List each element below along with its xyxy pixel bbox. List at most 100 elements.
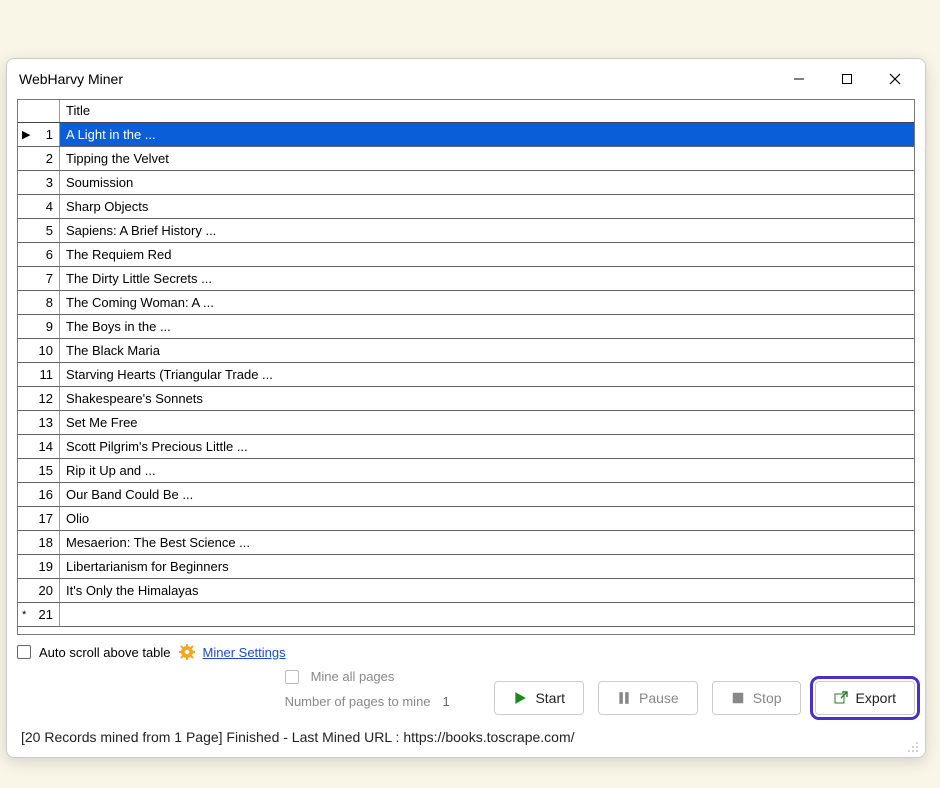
row-index: 20 — [18, 579, 60, 602]
row-index: 2 — [18, 147, 60, 170]
row-title[interactable] — [60, 603, 914, 626]
row-title[interactable]: The Black Maria — [60, 339, 914, 362]
row-index: 3 — [18, 171, 60, 194]
table-row[interactable]: 6The Requiem Red — [18, 243, 914, 267]
row-index: 13 — [18, 411, 60, 434]
minimize-icon — [793, 73, 805, 85]
grid-header-index — [18, 100, 60, 122]
table-row[interactable]: 19Libertarianism for Beginners — [18, 555, 914, 579]
new-row-indicator-icon: * — [22, 609, 26, 621]
row-title[interactable]: A Light in the ... — [60, 123, 914, 146]
row-index: 5 — [18, 219, 60, 242]
pause-icon — [617, 691, 631, 705]
auto-scroll-label: Auto scroll above table — [39, 645, 171, 660]
start-button[interactable]: Start — [494, 681, 584, 715]
row-title[interactable]: Starving Hearts (Triangular Trade ... — [60, 363, 914, 386]
table-row[interactable]: 14Scott Pilgrim's Precious Little ... — [18, 435, 914, 459]
table-row[interactable]: 16Our Band Could Be ... — [18, 483, 914, 507]
grid-body[interactable]: ▶1A Light in the ...2Tipping the Velvet3… — [18, 123, 914, 634]
table-row[interactable]: 15Rip it Up and ... — [18, 459, 914, 483]
table-row[interactable]: ▶1A Light in the ... — [18, 123, 914, 147]
gear-icon — [179, 644, 195, 660]
row-title[interactable]: Rip it Up and ... — [60, 459, 914, 482]
pages-panel: Mine all pages Number of pages to mine 1 — [285, 667, 487, 717]
pages-to-mine-value[interactable]: 1 — [443, 694, 450, 709]
row-title[interactable]: Shakespeare's Sonnets — [60, 387, 914, 410]
controls-row: Auto scroll above table Miner Settings — [17, 635, 915, 663]
row-title[interactable]: Libertarianism for Beginners — [60, 555, 914, 578]
row-title[interactable]: Tipping the Velvet — [60, 147, 914, 170]
row-title[interactable]: Soumission — [60, 171, 914, 194]
row-title[interactable]: Mesaerion: The Best Science ... — [60, 531, 914, 554]
table-row[interactable]: 13Set Me Free — [18, 411, 914, 435]
row-index: 16 — [18, 483, 60, 506]
row-index: *21 — [18, 603, 60, 626]
row-title[interactable]: The Boys in the ... — [60, 315, 914, 338]
row-title[interactable]: The Coming Woman: A ... — [60, 291, 914, 314]
auto-scroll-checkbox[interactable] — [17, 645, 31, 659]
row-index: 11 — [18, 363, 60, 386]
table-row[interactable]: 4Sharp Objects — [18, 195, 914, 219]
table-row[interactable]: 10The Black Maria — [18, 339, 914, 363]
export-button[interactable]: Export — [815, 681, 915, 715]
status-text: [20 Records mined from 1 Page] Finished … — [21, 729, 575, 745]
titlebar: WebHarvy Miner — [7, 59, 925, 99]
table-row[interactable]: 20It's Only the Himalayas — [18, 579, 914, 603]
stop-button[interactable]: Stop — [712, 681, 801, 715]
row-index: 18 — [18, 531, 60, 554]
row-title[interactable]: Our Band Could Be ... — [60, 483, 914, 506]
row-index: 10 — [18, 339, 60, 362]
mine-all-pages-checkbox[interactable] — [285, 670, 299, 684]
table-row[interactable]: 18Mesaerion: The Best Science ... — [18, 531, 914, 555]
resize-grip[interactable] — [905, 739, 919, 753]
row-title[interactable]: The Dirty Little Secrets ... — [60, 267, 914, 290]
table-row[interactable]: 11Starving Hearts (Triangular Trade ... — [18, 363, 914, 387]
row-index: 8 — [18, 291, 60, 314]
status-bar: [20 Records mined from 1 Page] Finished … — [17, 723, 915, 749]
mine-all-pages-label: Mine all pages — [311, 669, 395, 684]
play-icon — [513, 691, 527, 705]
current-row-indicator-icon: ▶ — [22, 128, 30, 141]
close-button[interactable] — [873, 64, 917, 94]
table-row[interactable]: 3Soumission — [18, 171, 914, 195]
row-title[interactable]: Olio — [60, 507, 914, 530]
row-title[interactable]: Set Me Free — [60, 411, 914, 434]
row-index: 15 — [18, 459, 60, 482]
table-row[interactable]: 9The Boys in the ... — [18, 315, 914, 339]
data-grid[interactable]: Title ▶1A Light in the ...2Tipping the V… — [17, 99, 915, 635]
row-title[interactable]: Scott Pilgrim's Precious Little ... — [60, 435, 914, 458]
bottom-panel: Mine all pages Number of pages to mine 1… — [17, 663, 915, 723]
window-controls — [777, 64, 917, 94]
pause-button[interactable]: Pause — [598, 681, 698, 715]
pause-button-label: Pause — [639, 690, 679, 706]
export-icon — [834, 691, 848, 705]
row-title[interactable]: Sharp Objects — [60, 195, 914, 218]
button-row: Start Pause Stop Export — [494, 667, 915, 715]
row-title[interactable]: It's Only the Himalayas — [60, 579, 914, 602]
grid-header-title[interactable]: Title — [60, 100, 914, 122]
export-button-label: Export — [856, 690, 896, 706]
window-title: WebHarvy Miner — [15, 71, 777, 87]
table-row[interactable]: 12Shakespeare's Sonnets — [18, 387, 914, 411]
minimize-button[interactable] — [777, 64, 821, 94]
table-row[interactable]: 17Olio — [18, 507, 914, 531]
maximize-button[interactable] — [825, 64, 869, 94]
close-icon — [889, 73, 901, 85]
stop-icon — [731, 691, 745, 705]
row-index: 6 — [18, 243, 60, 266]
start-button-label: Start — [535, 690, 565, 706]
row-index: 14 — [18, 435, 60, 458]
content-area: Title ▶1A Light in the ...2Tipping the V… — [7, 99, 925, 757]
row-title[interactable]: The Requiem Red — [60, 243, 914, 266]
table-row[interactable]: 5Sapiens: A Brief History ... — [18, 219, 914, 243]
table-row[interactable]: *21 — [18, 603, 914, 627]
table-row[interactable]: 2Tipping the Velvet — [18, 147, 914, 171]
row-title[interactable]: Sapiens: A Brief History ... — [60, 219, 914, 242]
grid-header: Title — [18, 100, 914, 123]
row-index: 7 — [18, 267, 60, 290]
table-row[interactable]: 7The Dirty Little Secrets ... — [18, 267, 914, 291]
table-row[interactable]: 8The Coming Woman: A ... — [18, 291, 914, 315]
miner-settings-link[interactable]: Miner Settings — [203, 645, 286, 660]
stop-button-label: Stop — [753, 690, 782, 706]
maximize-icon — [841, 73, 853, 85]
